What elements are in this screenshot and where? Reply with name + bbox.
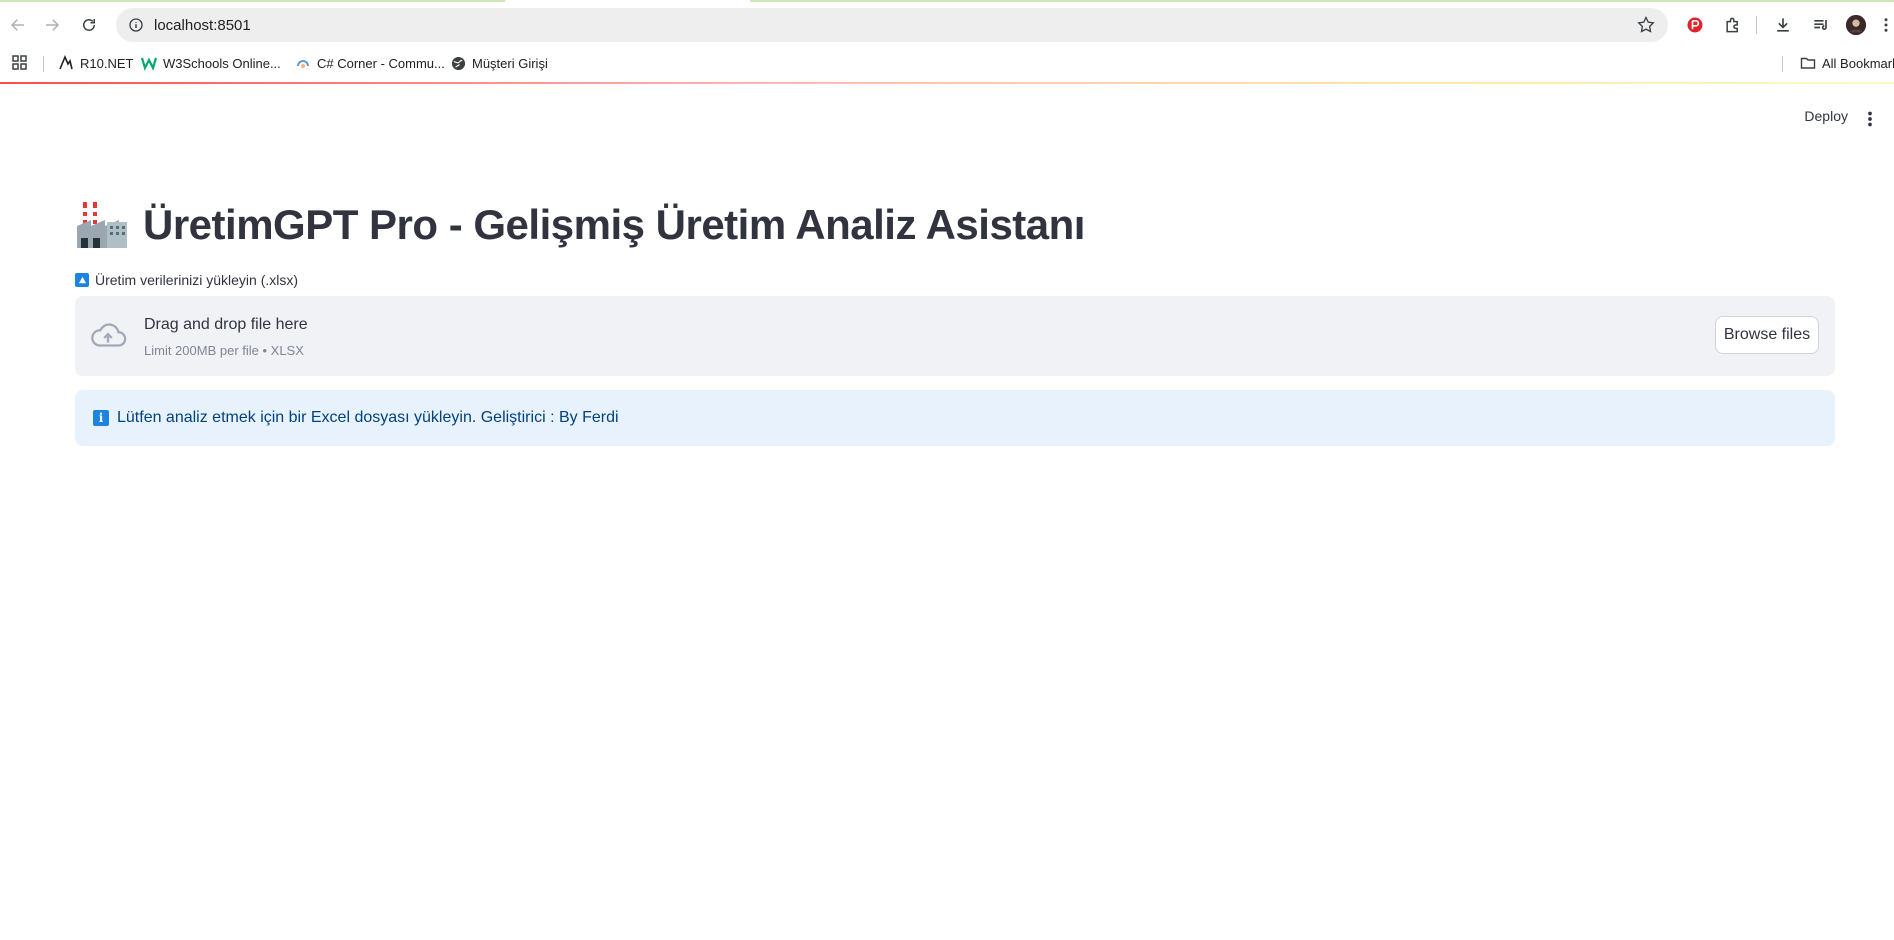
browser-chrome: localhost:8501 R10.NET W3Schools Online.… <box>0 0 1894 84</box>
profile-avatar[interactable] <box>1843 12 1869 38</box>
toolbar-divider <box>1756 16 1757 34</box>
bookmarks-divider <box>1782 56 1783 72</box>
deploy-button[interactable]: Deploy <box>1804 108 1848 124</box>
uploader-label-text: Üretim verilerinizi yükleyin (.xlsx) <box>95 272 299 288</box>
reload-icon <box>83 19 95 31</box>
bookmark-w3schools[interactable]: W3Schools Online... <box>141 52 281 74</box>
info-alert: i Lütfen analiz etmek için bir Excel dos… <box>75 390 1835 446</box>
main-menu-icon[interactable] <box>1860 108 1880 130</box>
back-button[interactable] <box>5 12 31 38</box>
factory-emoji-icon <box>77 202 127 248</box>
tab-strip-edge <box>750 0 1894 2</box>
bookmark-label: Müşteri Girişi <box>472 55 548 71</box>
bookmark-label: C# Corner - Commu... <box>317 55 445 71</box>
reload-button[interactable] <box>76 12 102 38</box>
bookmark-label: R10.NET <box>80 55 134 71</box>
uploader-label: Üretim verilerinizi yükleyin (.xlsx) <box>75 272 298 288</box>
app-header-actions: Deploy <box>1694 104 1894 134</box>
info-message: Lütfen analiz etmek için bir Excel dosya… <box>117 409 619 426</box>
apps-grid-icon <box>12 55 27 70</box>
cloud-upload-icon <box>91 323 127 347</box>
dropzone-limit-text: Limit 200MB per file • XLSX <box>144 343 304 358</box>
folder-icon <box>1800 55 1816 71</box>
bookmark-star-icon[interactable] <box>1636 15 1656 35</box>
title-row: ÜretimGPT Pro - Gelişmiş Üretim Analiz A… <box>75 190 1835 260</box>
apps-grid-button[interactable] <box>12 52 28 74</box>
forward-button[interactable] <box>39 12 65 38</box>
all-bookmarks-button[interactable]: All Bookmarks <box>1800 52 1894 74</box>
w3schools-icon <box>141 55 157 71</box>
site-info-icon[interactable] <box>124 13 148 37</box>
extensions-puzzle-icon[interactable] <box>1720 12 1746 38</box>
bookmark-csharp-corner[interactable]: C# Corner - Commu... <box>295 52 445 74</box>
info-icon: i <box>93 410 109 426</box>
browse-files-button[interactable]: Browse files <box>1715 316 1819 354</box>
address-bar[interactable]: localhost:8501 <box>116 8 1668 42</box>
bookmark-r10[interactable]: R10.NET <box>58 52 133 74</box>
chrome-menu-icon[interactable] <box>1878 12 1894 38</box>
arrow-left-icon <box>10 19 24 31</box>
globe-icon <box>450 55 466 71</box>
page-title: ÜretimGPT Pro - Gelişmiş Üretim Analiz A… <box>143 201 1085 248</box>
main-content: ÜretimGPT Pro - Gelişmiş Üretim Analiz A… <box>75 190 1835 446</box>
csharp-corner-icon <box>295 55 311 71</box>
bookmarks-divider <box>43 56 44 72</box>
bookmarks-bar: R10.NET W3Schools Online... C# Corner - … <box>0 48 1894 76</box>
all-bookmarks-label: All Bookmarks <box>1822 55 1894 71</box>
up-arrow-icon <box>75 273 89 287</box>
bookmark-musteri-girisi[interactable]: Müşteri Girişi <box>450 52 548 74</box>
extension-red-icon[interactable] <box>1682 12 1708 38</box>
streamlit-top-decoration <box>0 82 1894 84</box>
arrow-right-icon <box>46 19 60 31</box>
dropzone-instructions: Drag and drop file here <box>144 316 308 333</box>
media-control-icon[interactable] <box>1808 12 1834 38</box>
file-dropzone[interactable]: Drag and drop file here Limit 200MB per … <box>75 296 1835 376</box>
bookmark-label: W3Schools Online... <box>163 55 281 71</box>
download-icon[interactable] <box>1770 12 1796 38</box>
tab-strip-edge <box>0 0 505 2</box>
url-text: localhost:8501 <box>154 16 251 34</box>
r10-icon <box>58 55 74 71</box>
